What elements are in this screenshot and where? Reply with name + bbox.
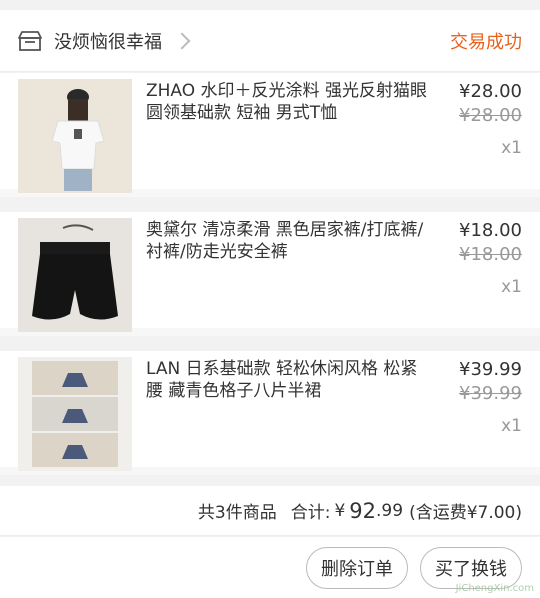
- currency-symbol: ¥: [334, 500, 346, 521]
- product-title[interactable]: LAN 日系基础款 轻松休闲风格 松紧腰 藏青色格子八片半裙: [132, 351, 432, 467]
- product-image-tshirt[interactable]: [18, 79, 132, 193]
- order-status: 交易成功: [450, 31, 522, 53]
- order-item[interactable]: 奥黛尔 清凉柔滑 黑色居家裤/打底裤/衬裤/防走光安全裤 ¥18.00 ¥18.…: [0, 212, 540, 336]
- product-image-skirt[interactable]: [18, 357, 132, 471]
- product-title[interactable]: 奥黛尔 清凉柔滑 黑色居家裤/打底裤/衬裤/防走光安全裤: [132, 212, 432, 328]
- product-image-shorts[interactable]: [18, 218, 132, 332]
- total-label: 合计:: [290, 503, 331, 523]
- shop-header[interactable]: 没烦恼很幸福 交易成功: [0, 10, 540, 72]
- product-original-price: ¥18.00: [459, 244, 522, 265]
- delete-order-button[interactable]: 删除订单: [306, 546, 408, 589]
- shipping-note: (含运费¥7.00): [409, 503, 522, 523]
- product-price: ¥28.00: [459, 81, 522, 102]
- product-quantity: x1: [501, 277, 522, 297]
- order-item[interactable]: LAN 日系基础款 轻松休闲风格 松紧腰 藏青色格子八片半裙 ¥39.99 ¥3…: [0, 351, 540, 475]
- order-item[interactable]: ZHAO 水印＋反光涂料 强光反射猫眼 圆领基础款 短袖 男式T恤 ¥28.00…: [0, 73, 540, 197]
- product-original-price: ¥39.99: [459, 383, 522, 404]
- watermark-text: JiChengXin.com: [455, 583, 534, 594]
- store-icon: [18, 30, 42, 52]
- product-price: ¥18.00: [459, 220, 522, 241]
- product-quantity: x1: [501, 416, 522, 436]
- chevron-right-icon[interactable]: [173, 32, 191, 49]
- order-summary: 共3件商品 合计: ¥ 92.99 (含运费¥7.00): [0, 486, 540, 536]
- product-quantity: x1: [501, 138, 522, 158]
- product-original-price: ¥28.00: [459, 105, 522, 126]
- item-count: 共3件商品: [197, 503, 277, 523]
- total-amount-decimal: .99: [376, 500, 404, 521]
- total-amount-integer: 92: [349, 498, 377, 523]
- product-title[interactable]: ZHAO 水印＋反光涂料 强光反射猫眼 圆领基础款 短袖 男式T恤: [132, 73, 432, 189]
- shop-name[interactable]: 没烦恼很幸福: [54, 28, 162, 54]
- product-price: ¥39.99: [459, 359, 522, 380]
